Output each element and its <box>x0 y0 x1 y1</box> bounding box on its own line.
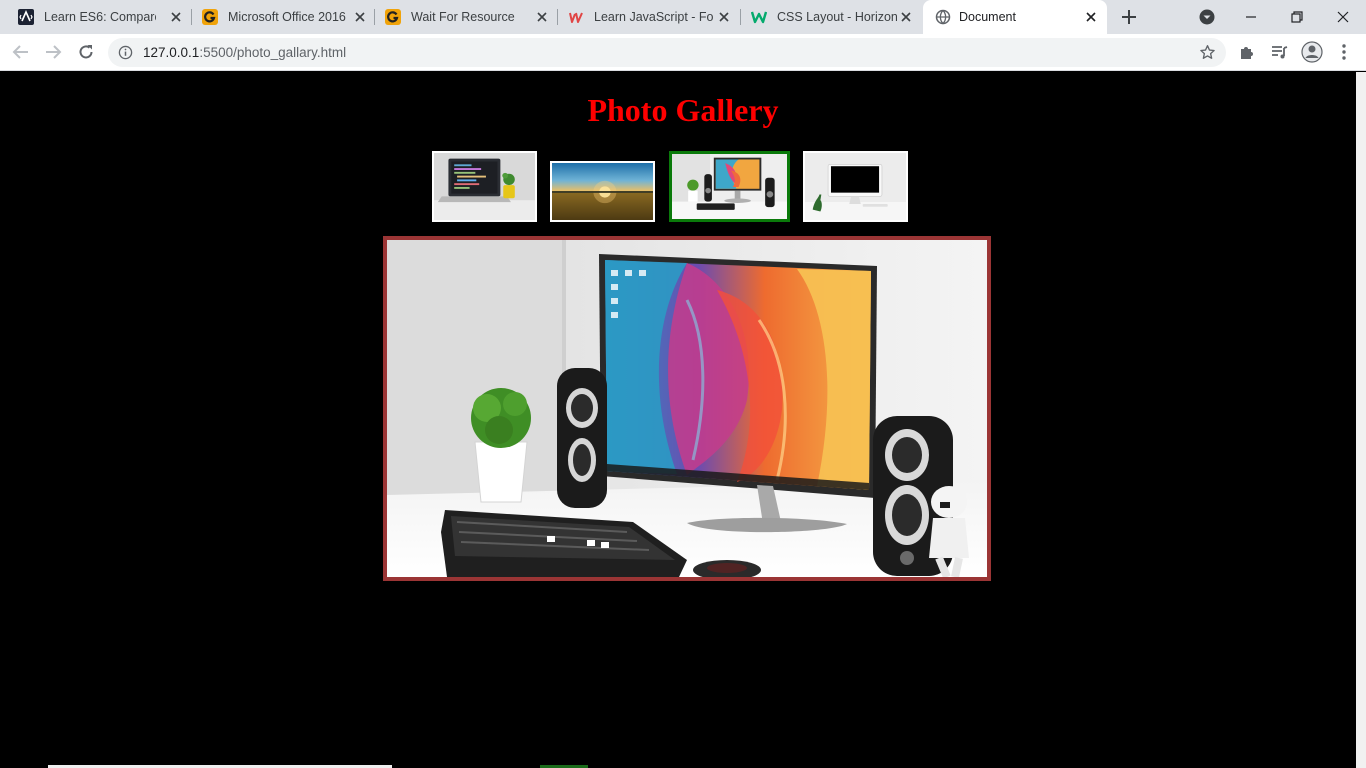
white-imac-image <box>805 153 906 220</box>
forward-arrow-icon[interactable] <box>43 42 63 62</box>
desk-monitor-thumbnail[interactable] <box>669 151 790 222</box>
restore-button[interactable] <box>1274 0 1320 34</box>
udemy-u-icon <box>569 12 583 23</box>
tab-document[interactable]: Document <box>923 0 1107 34</box>
page-viewport: Photo Gallery <box>0 72 1356 768</box>
sunset-field-thumbnail[interactable] <box>550 161 655 222</box>
reload-icon[interactable] <box>76 42 96 62</box>
globe-icon <box>935 9 951 25</box>
tab-title: Document <box>959 10 1016 24</box>
tab-wait-for-resource[interactable]: Wait For Resource <box>375 0 557 34</box>
url-path: :5500/photo_gallary.html <box>199 45 347 60</box>
close-icon[interactable] <box>352 9 368 25</box>
grammarly-g-icon <box>385 9 401 25</box>
url-text[interactable]: 127.0.0.1:5500/photo_gallary.html <box>143 45 346 60</box>
ea-logo-icon <box>18 9 34 25</box>
browser-toolbar: 127.0.0.1:5500/photo_gallary.html <box>0 34 1366 71</box>
sunset-field-image <box>552 163 653 220</box>
main-photo-frame <box>383 236 991 581</box>
desk-monitor-photo <box>387 240 987 577</box>
tab-learn-es6[interactable]: Learn ES6: Compare Sc <box>8 0 190 34</box>
tab-title: Wait For Resource <box>411 10 515 24</box>
white-imac-thumbnail[interactable] <box>803 151 908 222</box>
tab-search-icon[interactable] <box>1198 8 1216 26</box>
page-scrollbar[interactable] <box>1356 72 1366 768</box>
info-icon[interactable] <box>118 45 133 60</box>
close-icon[interactable] <box>168 9 184 25</box>
w3schools-w-icon <box>751 11 767 24</box>
profile-avatar-icon[interactable] <box>1301 41 1323 63</box>
address-bar[interactable]: 127.0.0.1:5500/photo_gallary.html <box>108 38 1226 67</box>
tab-learn-javascript[interactable]: Learn JavaScript - For <box>558 0 740 34</box>
close-icon[interactable] <box>534 9 550 25</box>
bookmark-star-icon[interactable] <box>1199 44 1216 61</box>
media-queue-icon[interactable] <box>1269 42 1289 62</box>
new-tab-plus-icon[interactable] <box>1119 7 1139 27</box>
close-icon[interactable] <box>898 9 914 25</box>
url-host: 127.0.0.1 <box>143 45 200 60</box>
extensions-puzzle-icon[interactable] <box>1237 42 1257 62</box>
close-icon[interactable] <box>716 9 732 25</box>
grammarly-g-icon <box>202 9 218 25</box>
minimize-button[interactable] <box>1228 0 1274 34</box>
close-window-icon <box>1337 11 1349 23</box>
desk-monitor-thumb-image <box>672 154 787 219</box>
more-menu-icon[interactable] <box>1335 42 1353 62</box>
laptop-code-image <box>434 153 535 220</box>
browser-tab-strip: Learn ES6: Compare Sc Microsoft Office 2… <box>0 0 1366 34</box>
page-title: Photo Gallery <box>587 92 779 128</box>
close-window-button[interactable] <box>1320 0 1366 34</box>
minimize-icon <box>1246 16 1256 18</box>
tab-title: Microsoft Office 2016 <box>228 10 346 24</box>
tab-css-layout[interactable]: CSS Layout - Horizont <box>741 0 921 34</box>
tab-title: Learn ES6: Compare Sc <box>44 10 156 24</box>
close-icon[interactable] <box>1083 9 1099 25</box>
restore-icon <box>1291 11 1303 23</box>
laptop-code-thumbnail[interactable] <box>432 151 537 222</box>
tab-microsoft-office[interactable]: Microsoft Office 2016 <box>192 0 374 34</box>
back-arrow-icon[interactable] <box>11 42 31 62</box>
tab-title: Learn JavaScript - For <box>594 10 714 24</box>
tab-title: CSS Layout - Horizont <box>777 10 897 24</box>
